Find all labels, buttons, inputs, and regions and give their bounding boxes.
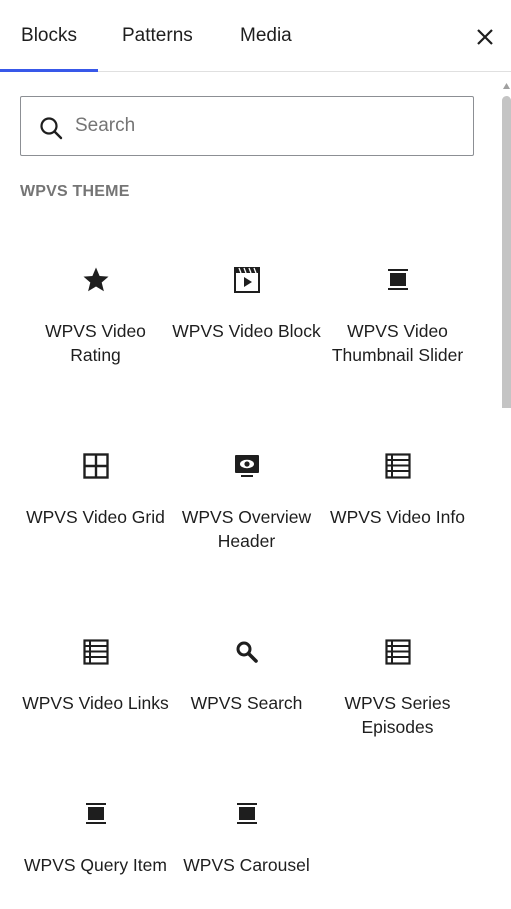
gallery-icon (86, 803, 106, 824)
list-icon (385, 639, 411, 665)
close-icon (477, 29, 493, 45)
gallery-icon (237, 803, 257, 824)
scrollbar-thumb[interactable] (502, 96, 511, 408)
tab-patterns[interactable]: Patterns (122, 0, 193, 72)
star-icon (83, 267, 109, 292)
search-field[interactable] (20, 96, 474, 156)
block-label: WPVS Video Grid (26, 507, 165, 527)
block-label: WPVS Video Rating (45, 321, 146, 365)
inserter-tabs: Blocks Patterns Media (0, 0, 511, 72)
scroll-up-arrow-icon[interactable] (502, 80, 511, 90)
grid-icon (83, 453, 109, 479)
list-icon (385, 453, 411, 479)
tab-media[interactable]: Media (240, 0, 292, 72)
gallery-icon (388, 269, 408, 290)
active-tab-indicator (0, 69, 98, 72)
block-label: WPVS Search (190, 693, 303, 713)
block-label: WPVS Video Thumbnail Slider (331, 321, 464, 365)
section-title: WPVS THEME (20, 183, 130, 200)
list-icon (83, 639, 109, 665)
block-label: WPVS Query Item (24, 855, 167, 875)
search-icon (236, 641, 258, 663)
search-input[interactable] (75, 98, 465, 154)
close-button[interactable] (468, 20, 502, 54)
tab-blocks[interactable]: Blocks (0, 0, 98, 72)
block-label: WPVS Overview Header (181, 507, 312, 551)
block-label: WPVS Video Block (172, 321, 321, 341)
block-label: WPVS Carousel (183, 855, 310, 875)
video-icon (234, 267, 260, 293)
search-icon (40, 117, 63, 140)
block-label: WPVS Video Info (330, 507, 465, 527)
block-label: WPVS Video Links (22, 693, 169, 713)
block-label: WPVS Series Episodes (344, 693, 451, 737)
cover-icon (235, 455, 259, 477)
